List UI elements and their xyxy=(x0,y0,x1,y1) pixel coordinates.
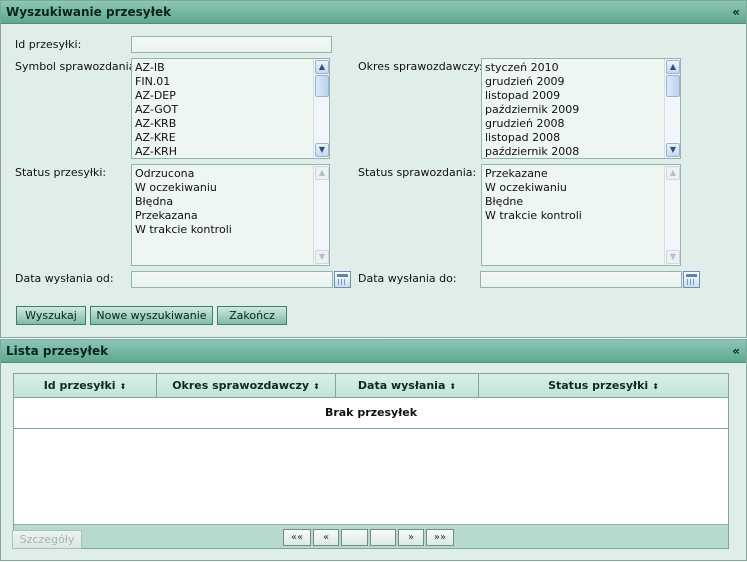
scroll-down-icon[interactable]: ▼ xyxy=(666,143,680,157)
first-page-button[interactable]: «« xyxy=(283,529,311,546)
results-table: Id przesyłki ⬍ Okres sprawozdawczy ⬍ Data … xyxy=(13,373,729,549)
symbol-option[interactable]: AZ-KRE xyxy=(132,131,329,145)
id-label: Id przesyłki: xyxy=(15,38,82,51)
page-slot xyxy=(370,529,396,546)
calendar-icon[interactable] xyxy=(683,271,700,288)
symbol-scrollbar[interactable]: ▲ ▼ xyxy=(313,59,329,158)
list-panel: Lista przesyłek « Id przesyłki ⬍ Okres sp… xyxy=(0,339,747,561)
report-status-option[interactable]: W trakcie kontroli xyxy=(482,209,680,223)
column-header-id[interactable]: Id przesyłki ⬍ xyxy=(14,374,157,398)
symbol-option[interactable]: AZ-GOT xyxy=(132,103,329,117)
sort-icon[interactable]: ⬍ xyxy=(449,382,456,391)
scroll-thumb[interactable] xyxy=(315,75,329,97)
column-header-label: Okres sprawozdawczy xyxy=(172,379,310,392)
period-option[interactable]: styczeń 2010 xyxy=(482,61,680,75)
report-status-scrollbar: ▲ ▼ xyxy=(664,165,680,265)
sort-icon[interactable]: ⬍ xyxy=(120,382,127,391)
shipment-status-option[interactable]: W trakcie kontroli xyxy=(132,223,329,237)
empty-message: Brak przesyłek xyxy=(14,398,728,429)
symbol-option[interactable]: AZ-DEP xyxy=(132,89,329,103)
finish-button[interactable]: Zakończ xyxy=(217,306,287,325)
shipment-status-label: Status przesyłki: xyxy=(15,166,107,179)
last-page-button[interactable]: »» xyxy=(426,529,454,546)
period-option[interactable]: grudzień 2009 xyxy=(482,75,680,89)
scroll-down-icon: ▼ xyxy=(666,250,680,264)
report-status-label: Status sprawozdania: xyxy=(358,166,477,179)
report-status-listbox[interactable]: Przekazane W oczekiwaniu Błędne W trakci… xyxy=(481,164,681,266)
shipment-status-option[interactable]: Błędna xyxy=(132,195,329,209)
symbol-option[interactable]: AZ-KRB xyxy=(132,117,329,131)
column-header-label: Status przesyłki xyxy=(548,379,649,392)
column-header-label: Data wysłania xyxy=(357,379,446,392)
scroll-down-icon[interactable]: ▼ xyxy=(315,143,329,157)
period-listbox[interactable]: styczeń 2010 grudzień 2009 listopad 2009… xyxy=(481,58,681,159)
column-header-date[interactable]: Data wysłania ⬍ xyxy=(336,374,479,398)
report-status-option[interactable]: W oczekiwaniu xyxy=(482,181,680,195)
scroll-up-icon[interactable]: ▲ xyxy=(315,60,329,74)
period-option[interactable]: październik 2008 xyxy=(482,145,680,158)
scroll-up-icon[interactable]: ▲ xyxy=(666,60,680,74)
column-header-period[interactable]: Okres sprawozdawczy ⬍ xyxy=(157,374,336,398)
page-slot xyxy=(341,529,368,546)
scroll-up-icon: ▲ xyxy=(315,166,329,180)
search-button[interactable]: Wyszukaj xyxy=(16,306,86,325)
search-panel: Wyszukiwanie przesyłek « Id przesyłki: S… xyxy=(0,0,747,338)
report-status-option[interactable]: Przekazane xyxy=(482,167,680,181)
list-panel-header: Lista przesyłek « xyxy=(1,340,746,363)
calendar-icon[interactable] xyxy=(334,271,351,288)
prev-page-button[interactable]: « xyxy=(313,529,339,546)
table-header: Id przesyłki ⬍ Okres sprawozdawczy ⬍ Data … xyxy=(14,374,728,398)
symbol-listbox[interactable]: AZ-IB FIN.01 AZ-DEP AZ-GOT AZ-KRB AZ-KRE… xyxy=(131,58,330,159)
shipment-status-scrollbar: ▲ ▼ xyxy=(313,165,329,265)
period-option[interactable]: październik 2009 xyxy=(482,103,680,117)
period-option[interactable]: grudzień 2008 xyxy=(482,117,680,131)
pager: «« « » »» xyxy=(14,524,728,548)
sort-icon[interactable]: ⬍ xyxy=(652,382,659,391)
collapse-search-panel-button[interactable]: « xyxy=(732,1,740,24)
symbol-option[interactable]: AZ-IB xyxy=(132,61,329,75)
sort-icon[interactable]: ⬍ xyxy=(313,382,320,391)
period-label: Okres sprawozdawczy: xyxy=(358,60,483,73)
shipment-status-option[interactable]: W oczekiwaniu xyxy=(132,181,329,195)
period-option[interactable]: listopad 2009 xyxy=(482,89,680,103)
new-search-button[interactable]: Nowe wyszukiwanie xyxy=(90,306,213,325)
date-to-input[interactable] xyxy=(480,271,682,288)
date-from-label: Data wysłania od: xyxy=(15,272,114,285)
symbol-option[interactable]: FIN.01 xyxy=(132,75,329,89)
period-scrollbar[interactable]: ▲ ▼ xyxy=(664,59,680,158)
details-button[interactable]: Szczegóły xyxy=(12,530,82,549)
symbol-label: Symbol sprawozdania: xyxy=(15,60,140,73)
period-option[interactable]: listopad 2008 xyxy=(482,131,680,145)
shipment-status-listbox[interactable]: Odrzucona W oczekiwaniu Błędna Przekazan… xyxy=(131,164,330,266)
column-header-label: Id przesyłki xyxy=(43,379,116,392)
search-panel-title: Wyszukiwanie przesyłek xyxy=(6,5,172,19)
list-panel-title: Lista przesyłek xyxy=(6,344,109,358)
report-status-option[interactable]: Błędne xyxy=(482,195,680,209)
shipment-status-option[interactable]: Przekazana xyxy=(132,209,329,223)
column-header-status[interactable]: Status przesyłki ⬍ xyxy=(479,374,728,398)
next-page-button[interactable]: » xyxy=(398,529,424,546)
scroll-thumb[interactable] xyxy=(666,75,680,97)
search-panel-header: Wyszukiwanie przesyłek « xyxy=(1,1,746,24)
date-from-input[interactable] xyxy=(131,271,333,288)
id-input[interactable] xyxy=(131,36,332,53)
shipment-status-option[interactable]: Odrzucona xyxy=(132,167,329,181)
scroll-up-icon: ▲ xyxy=(666,166,680,180)
scroll-down-icon: ▼ xyxy=(315,250,329,264)
symbol-option[interactable]: AZ-KRH xyxy=(132,145,329,158)
collapse-list-panel-button[interactable]: « xyxy=(732,340,740,363)
date-to-label: Data wysłania do: xyxy=(358,272,457,285)
